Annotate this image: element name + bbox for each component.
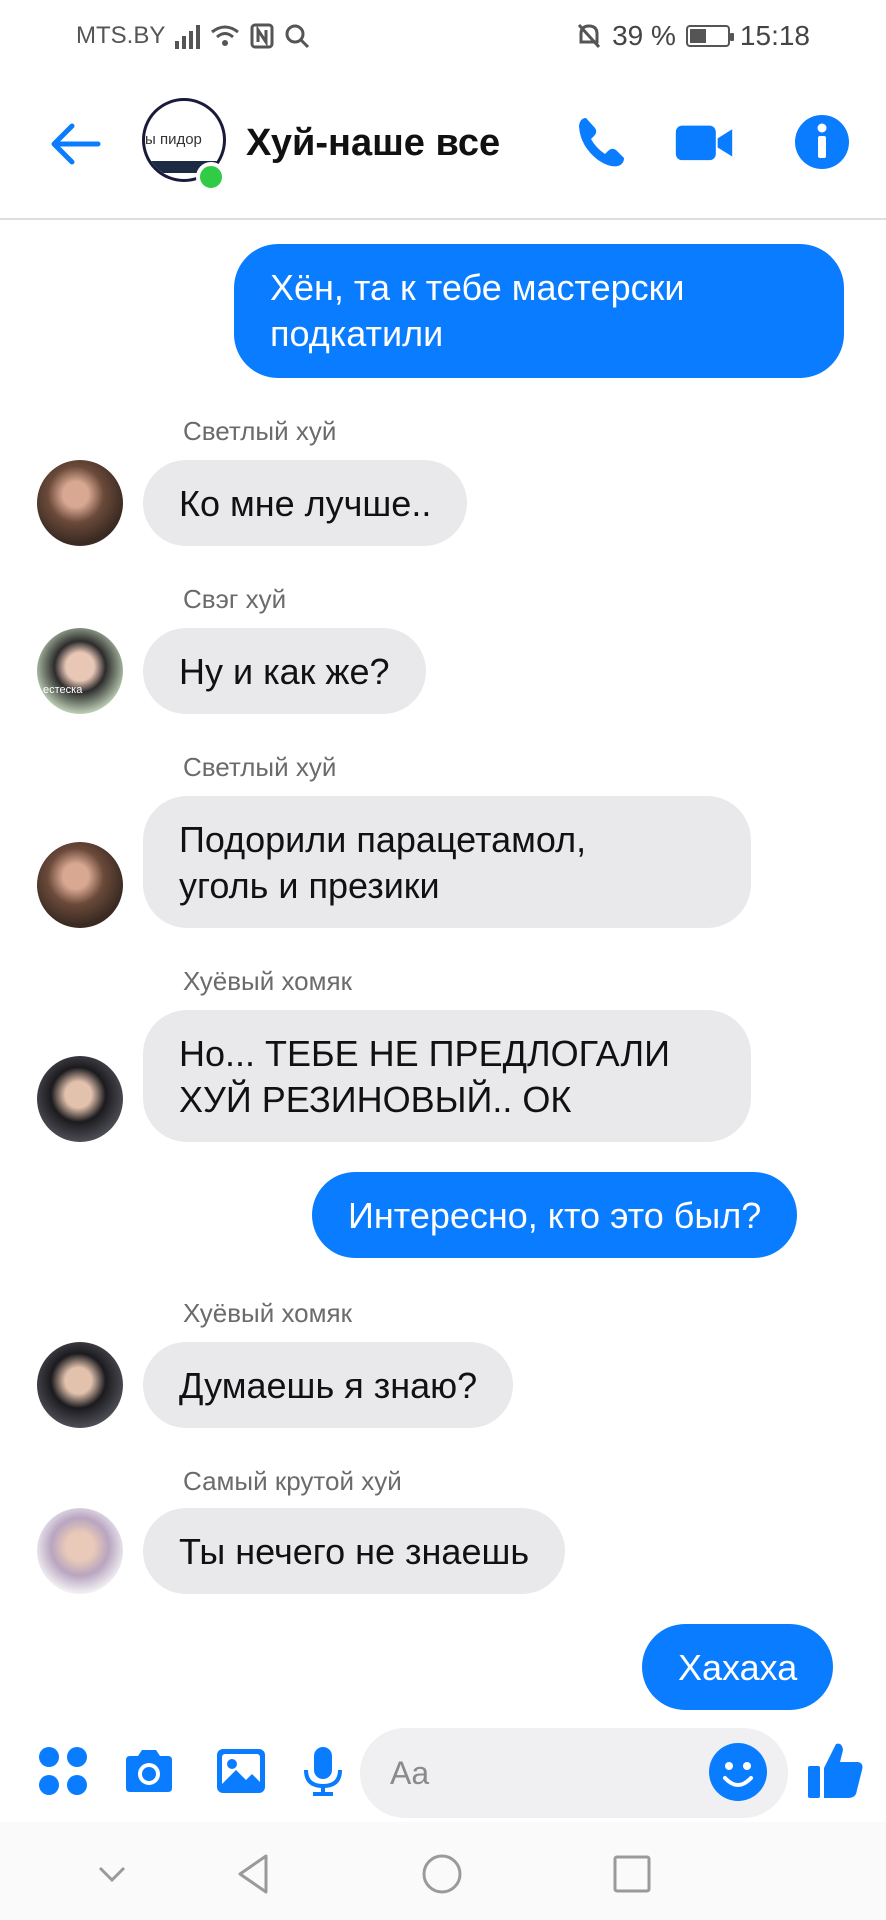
status-bar: MTS.BY 39 % 15:18 xyxy=(0,0,886,72)
signal-icon xyxy=(175,23,201,49)
thumbs-up-icon[interactable] xyxy=(806,1740,866,1802)
message-outgoing[interactable]: Хахаха xyxy=(642,1624,834,1710)
message-incoming[interactable]: Ну и как же? xyxy=(143,628,426,714)
info-icon[interactable] xyxy=(792,112,852,172)
message-incoming[interactable]: Думаешь я знаю? xyxy=(143,1342,514,1428)
message-outgoing[interactable]: Интересно, кто это был? xyxy=(312,1172,798,1258)
wifi-icon xyxy=(211,25,240,46)
sender-name: Светлый хуй xyxy=(183,416,337,446)
avatar[interactable] xyxy=(37,460,123,546)
battery-percent: 39 % xyxy=(612,20,676,51)
video-camera-icon[interactable] xyxy=(674,112,734,172)
chat-title[interactable]: Хуй-наше все xyxy=(246,122,500,165)
battery-icon xyxy=(685,25,734,47)
sender-name: Самый крутой хуй xyxy=(183,1466,402,1496)
sender-name: Хуёвый хомяк xyxy=(183,1298,352,1328)
sender-name: Свэг хуй xyxy=(183,584,287,614)
message-incoming[interactable]: Но... ТЕБЕ НЕ ПРЕДЛОГАЛИ ХУЙ РЕЗИНОВЫЙ..… xyxy=(143,1010,751,1142)
avatar[interactable] xyxy=(37,1508,123,1594)
emoji-icon[interactable] xyxy=(708,1742,768,1802)
avatar[interactable] xyxy=(37,842,123,928)
avatar[interactable] xyxy=(37,1342,123,1428)
sender-name: Светлый хуй xyxy=(183,752,337,782)
microphone-icon[interactable] xyxy=(296,1744,350,1798)
message-incoming[interactable]: Подорили парацетамол, уголь и презики xyxy=(143,796,751,928)
sender-name: Хуёвый хомяк xyxy=(183,966,352,996)
clock: 15:18 xyxy=(739,20,810,51)
message-incoming[interactable]: Ко мне лучше.. xyxy=(143,460,468,546)
phone-icon[interactable] xyxy=(572,112,632,172)
android-nav-bar xyxy=(0,1822,886,1920)
message-outgoing[interactable]: Хён, та к тебе мастерски подкатили xyxy=(234,244,844,378)
search-status-icon xyxy=(285,24,310,49)
message-incoming[interactable]: Ты нечего не знаешь xyxy=(143,1508,566,1594)
gallery-icon[interactable] xyxy=(214,1744,268,1798)
carrier-label: MTS.BY xyxy=(76,22,166,49)
chat-header: ы пидор Хуй-наше все xyxy=(0,72,886,220)
group-avatar-text: ы пидор xyxy=(145,131,202,148)
message-input-placeholder: Aa xyxy=(390,1754,430,1791)
back-arrow-icon[interactable] xyxy=(48,116,104,172)
home-nav-icon[interactable] xyxy=(420,1852,464,1896)
nfc-icon xyxy=(250,23,274,49)
hide-keyboard-icon[interactable] xyxy=(90,1852,134,1896)
apps-icon[interactable] xyxy=(36,1744,90,1798)
camera-icon[interactable] xyxy=(122,1744,176,1798)
online-indicator xyxy=(196,162,226,192)
recents-nav-icon[interactable] xyxy=(610,1852,654,1896)
back-nav-icon[interactable] xyxy=(232,1852,276,1896)
composer-bar: Aa xyxy=(0,1722,886,1822)
mute-bell-icon xyxy=(577,23,601,49)
avatar[interactable] xyxy=(37,1056,123,1142)
avatar[interactable]: естеска xyxy=(37,628,123,714)
